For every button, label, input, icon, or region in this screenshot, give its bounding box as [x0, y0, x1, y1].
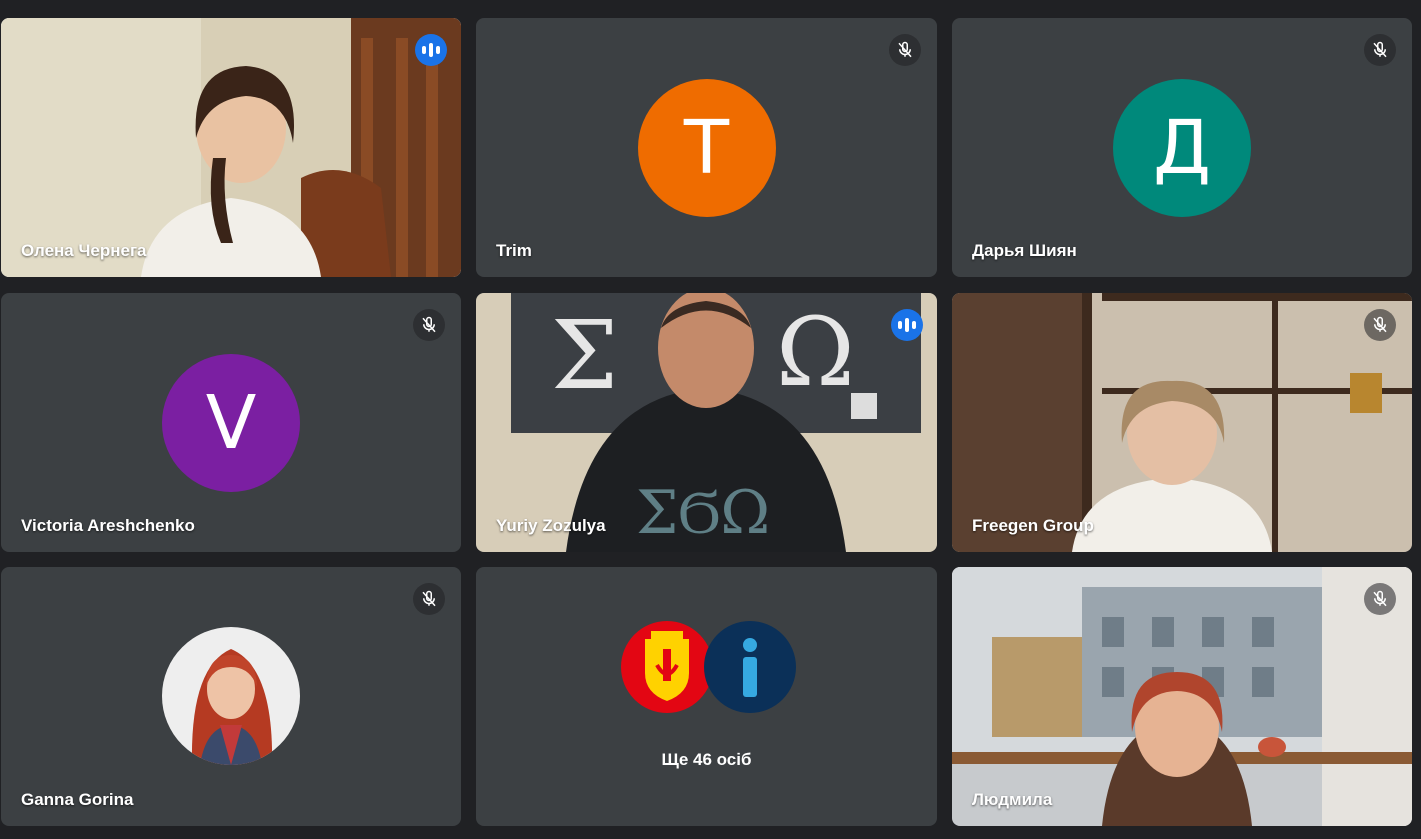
participant-tile-lyudmila[interactable]: Людмила: [952, 567, 1412, 826]
participant-tile-darya[interactable]: Д Дарья Шиян: [952, 18, 1412, 277]
participant-tile-yuriy[interactable]: Σ Ω ΣϬΩ Yuriy Zozulya: [476, 293, 937, 552]
participant-name: Дарья Шиян: [972, 241, 1077, 260]
audio-level-icon: [415, 34, 447, 66]
city-emblem-avatar: [621, 621, 713, 713]
info-icon: [704, 621, 796, 713]
svg-text:ΣϬΩ: ΣϬΩ: [636, 478, 770, 548]
video-feed: Σ Ω ΣϬΩ: [476, 293, 937, 552]
participant-tile-freegen[interactable]: Freegen Group: [952, 293, 1412, 552]
mic-off-icon: [1364, 583, 1396, 615]
mic-off-icon: [413, 309, 445, 341]
participant-name: Людмила: [972, 790, 1053, 809]
participant-tile-ganna[interactable]: Ganna Gorina: [1, 567, 461, 826]
audio-level-icon: [891, 309, 923, 341]
participant-grid: Олена Чернега T Trim Д Дарья Шиян V Vict…: [0, 0, 1421, 839]
participant-name: Yuriy Zozulya: [496, 516, 606, 535]
profile-photo: [162, 627, 300, 765]
participant-name: Олена Чернега: [21, 241, 147, 260]
participant-name: Victoria Areshchenko: [21, 516, 195, 535]
mic-off-icon: [413, 583, 445, 615]
svg-text:Σ: Σ: [551, 301, 618, 411]
avatar: Д: [1113, 79, 1251, 217]
video-feed: [1, 18, 461, 277]
avatar: T: [637, 79, 776, 217]
mic-off-icon: [1364, 34, 1396, 66]
more-participants-label: Ще 46 осіб: [661, 750, 752, 769]
video-feed: [952, 567, 1412, 826]
participant-name: Trim: [496, 241, 532, 260]
mic-off-icon: [889, 34, 921, 66]
participant-tile-trim[interactable]: T Trim: [476, 18, 937, 277]
more-participants-tile[interactable]: Ще 46 осіб: [476, 567, 937, 826]
participant-name: Ganna Gorina: [21, 790, 134, 809]
participant-name: Freegen Group: [972, 516, 1094, 535]
avatar: V: [162, 354, 300, 492]
video-feed: [952, 293, 1412, 552]
participant-tile-olena[interactable]: Олена Чернега: [1, 18, 461, 277]
participant-tile-victoria[interactable]: V Victoria Areshchenko: [1, 293, 461, 552]
svg-text:Ω: Ω: [776, 298, 855, 408]
mic-off-icon: [1364, 309, 1396, 341]
